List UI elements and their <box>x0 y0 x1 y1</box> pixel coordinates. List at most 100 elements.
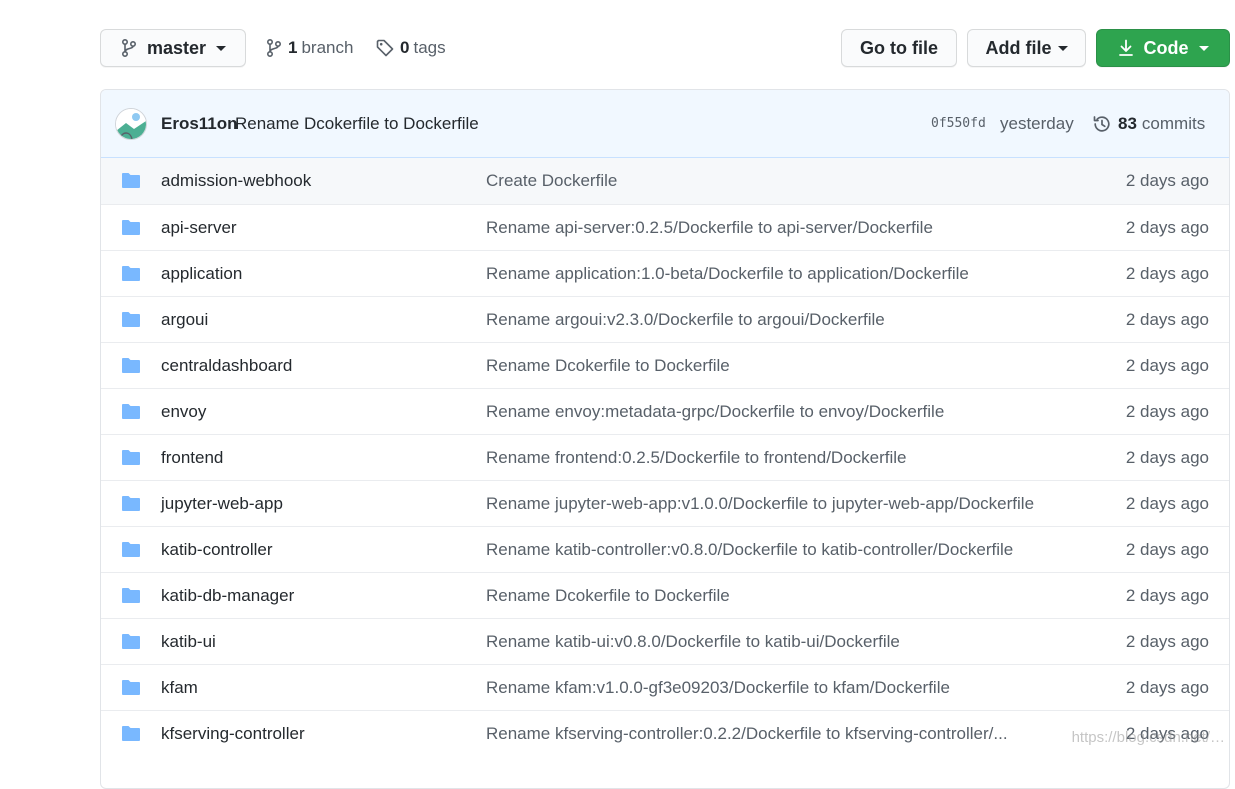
table-row[interactable]: frontend Rename frontend:0.2.5/Dockerfile… <box>101 434 1229 480</box>
folder-icon <box>121 219 141 241</box>
commit-message[interactable]: Create Dockerfile <box>486 171 617 191</box>
file-name[interactable]: argoui <box>161 310 208 330</box>
table-row[interactable]: admission-webhook Create Dockerfile 2 days… <box>101 158 1229 204</box>
table-row[interactable]: kfam Rename kfam:v1.0.0-gf3e09203/Dockerf… <box>101 664 1229 710</box>
code-button[interactable]: Code <box>1096 29 1230 67</box>
table-row[interactable]: envoy Rename envoy:metadata-grpc/Dockerfi… <box>101 388 1229 434</box>
table-row[interactable]: katib-controller Rename katib-controller:… <box>101 526 1229 572</box>
avatar-image-icon <box>116 109 146 139</box>
commit-message[interactable]: Rename kfam:v1.0.0-gf3e09203/Dockerfile … <box>486 678 950 698</box>
folder-icon <box>121 403 141 425</box>
chevron-down-icon <box>1198 45 1209 51</box>
table-row[interactable]: argoui Rename argoui:v2.3.0/Dockerfile to… <box>101 296 1229 342</box>
table-row[interactable]: kfserving-controller Rename kfserving-con… <box>101 710 1229 756</box>
commit-message[interactable]: Rename Dcokerfile to Dockerfile <box>486 586 730 606</box>
go-to-file-button[interactable]: Go to file <box>841 29 957 67</box>
folder-icon <box>121 679 141 701</box>
commit-author[interactable]: Eros11on <box>161 114 238 134</box>
commit-age: 2 days ago <box>1125 401 1209 421</box>
folder-icon <box>121 633 141 655</box>
commit-time: yesterday <box>1000 113 1074 133</box>
folder-icon <box>121 172 141 194</box>
folder-icon <box>121 587 141 609</box>
commit-message[interactable]: Rename application:1.0-beta/Dockerfile t… <box>486 264 969 284</box>
commit-message[interactable]: Rename argoui:v2.3.0/Dockerfile to argou… <box>486 310 885 330</box>
folder-icon <box>121 357 141 379</box>
table-row[interactable]: katib-db-manager Rename Dcokerfile to Doc… <box>101 572 1229 618</box>
repo-toolbar: master 1 branch 0 tags Go to file Add fi… <box>100 29 1230 69</box>
file-name[interactable]: katib-ui <box>161 632 216 652</box>
table-row[interactable]: api-server Rename api-server:0.2.5/Docker… <box>101 204 1229 250</box>
commit-age: 2 days ago <box>1125 217 1209 237</box>
download-icon <box>1118 39 1133 56</box>
file-name[interactable]: api-server <box>161 218 237 238</box>
tags-link[interactable]: 0 tags <box>376 29 446 67</box>
commit-age: 2 days ago <box>1125 171 1209 190</box>
go-to-file-label: Go to file <box>860 37 938 58</box>
file-list: admission-webhook Create Dockerfile 2 days… <box>101 158 1229 756</box>
commit-age: 2 days ago <box>1125 493 1209 513</box>
git-branch-icon <box>267 39 282 57</box>
commit-age: 2 days ago <box>1125 631 1209 651</box>
add-file-button[interactable]: Add file <box>967 29 1086 67</box>
commits-count: 83 <box>1118 113 1137 133</box>
commit-message[interactable]: Rename kfserving-controller:0.2.2/Docker… <box>486 724 1008 744</box>
branches-count: 1 <box>288 38 298 57</box>
file-browser: Eros11on Rename Dcokerfile to Dockerfile… <box>100 89 1230 789</box>
tags-label: tags <box>413 38 446 57</box>
file-name[interactable]: frontend <box>161 448 223 468</box>
commit-age: 2 days ago <box>1125 309 1209 329</box>
commit-message[interactable]: Rename api-server:0.2.5/Dockerfile to ap… <box>486 218 933 238</box>
commit-age: 2 days ago <box>1125 355 1209 375</box>
commit-message[interactable]: Rename Dcokerfile to Dockerfile <box>235 114 479 134</box>
table-row[interactable]: jupyter-web-app Rename jupyter-web-app:v1… <box>101 480 1229 526</box>
folder-icon <box>121 495 141 517</box>
tag-icon <box>376 39 394 57</box>
commit-message[interactable]: Rename katib-controller:v0.8.0/Dockerfil… <box>486 540 1013 560</box>
branches-label: branch <box>301 38 354 57</box>
tags-count: 0 <box>400 38 410 57</box>
file-name[interactable]: jupyter-web-app <box>161 494 283 514</box>
file-name[interactable]: admission-webhook <box>161 171 311 191</box>
commit-age: 2 days ago <box>1125 447 1209 467</box>
folder-icon <box>121 541 141 563</box>
chevron-down-icon <box>216 45 227 51</box>
file-name[interactable]: kfam <box>161 678 198 698</box>
commit-age: 2 days ago <box>1125 585 1209 605</box>
code-label: Code <box>1143 37 1189 58</box>
file-name[interactable]: katib-db-manager <box>161 586 294 606</box>
latest-commit-bar: Eros11on Rename Dcokerfile to Dockerfile… <box>101 90 1229 158</box>
chevron-down-icon <box>1057 45 1068 51</box>
commit-sha[interactable]: 0f550fd <box>931 116 986 131</box>
commit-message[interactable]: Rename frontend:0.2.5/Dockerfile to fron… <box>486 448 907 468</box>
commit-age: 2 days ago <box>1125 677 1209 697</box>
commits-link[interactable]: 83 commits <box>1092 114 1205 134</box>
history-icon <box>1093 115 1110 132</box>
file-name[interactable]: envoy <box>161 402 206 422</box>
add-file-label: Add file <box>985 37 1052 58</box>
branch-name: master <box>147 37 207 58</box>
avatar[interactable] <box>115 108 147 140</box>
commit-message[interactable]: Rename envoy:metadata-grpc/Dockerfile to… <box>486 402 944 422</box>
commit-message[interactable]: Rename Dcokerfile to Dockerfile <box>486 356 730 376</box>
table-row[interactable]: application Rename application:1.0-beta/D… <box>101 250 1229 296</box>
folder-icon <box>121 311 141 333</box>
git-branch-icon <box>122 39 137 57</box>
table-row[interactable]: centraldashboard Rename Dcokerfile to Doc… <box>101 342 1229 388</box>
folder-icon <box>121 725 141 747</box>
file-name[interactable]: application <box>161 264 242 284</box>
commits-label: commits <box>1141 113 1206 133</box>
branch-select-button[interactable]: master <box>100 29 246 67</box>
commit-age: 2 days ago <box>1125 539 1209 559</box>
commit-message[interactable]: Rename katib-ui:v0.8.0/Dockerfile to kat… <box>486 632 900 652</box>
folder-icon <box>121 449 141 471</box>
branches-link[interactable]: 1 branch <box>266 29 353 67</box>
file-name[interactable]: katib-controller <box>161 540 273 560</box>
folder-icon <box>121 265 141 287</box>
commit-message[interactable]: Rename jupyter-web-app:v1.0.0/Dockerfile… <box>486 494 1034 514</box>
table-row[interactable]: katib-ui Rename katib-ui:v0.8.0/Dockerfil… <box>101 618 1229 664</box>
commit-age: 2 days ago <box>1125 263 1209 283</box>
file-name[interactable]: kfserving-controller <box>161 724 305 744</box>
file-name[interactable]: centraldashboard <box>161 356 292 376</box>
watermark: https://blog.csdn.net/… <box>1071 729 1225 746</box>
